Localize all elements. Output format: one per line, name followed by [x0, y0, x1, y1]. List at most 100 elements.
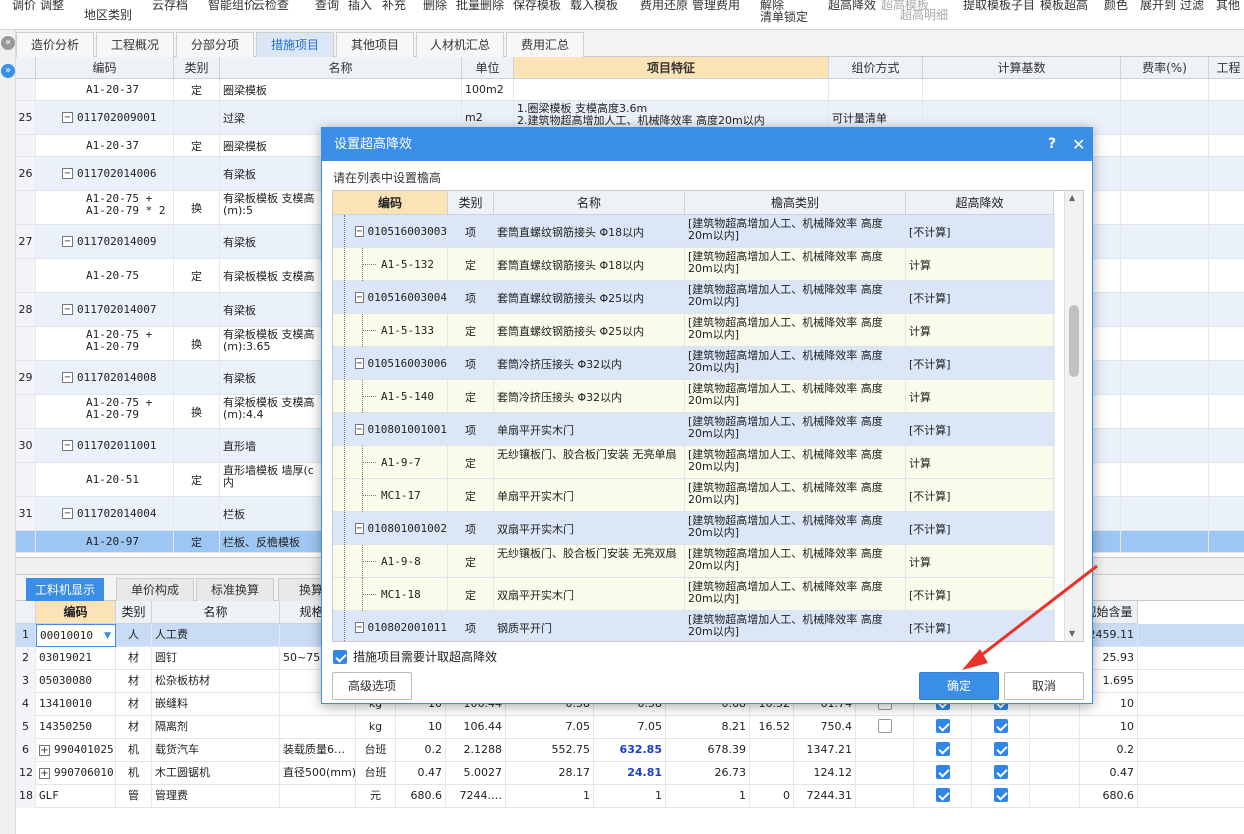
- empty-cell[interactable]: [1209, 497, 1244, 530]
- empty-cell[interactable]: [1121, 225, 1209, 258]
- reduction-cell[interactable]: [不计算]: [906, 281, 1054, 314]
- empty-cell[interactable]: [1209, 157, 1244, 190]
- table-row[interactable]: −010516003003 项套筒直螺纹钢筋接头 Φ18以内 [建筑物超高增加人工、…: [333, 215, 1055, 248]
- table-row[interactable]: 5 14350250 材隔离剂 kg 10 106.44 7.05 7.05 8.21 16.52…: [16, 716, 1244, 739]
- reduction-cell[interactable]: [不计算]: [906, 512, 1054, 545]
- ribbon-item[interactable]: 超高降效: [828, 0, 876, 13]
- code-cell[interactable]: A1-20-75 + A1-20-79: [36, 327, 174, 360]
- name-cell[interactable]: 管理费: [152, 785, 280, 808]
- table-row[interactable]: MC1-18 定双扇平开实木门 [建筑物超高增加人工、机械降效率 高度20m以内][…: [333, 578, 1055, 611]
- code-cell[interactable]: +990401025: [36, 739, 116, 762]
- bottom-header[interactable]: 名称: [152, 601, 280, 624]
- original-qty-cell[interactable]: 0.47: [1080, 762, 1138, 785]
- row-checkbox[interactable]: [935, 765, 950, 779]
- grid-header[interactable]: 计算基数: [923, 57, 1121, 79]
- empty-cell[interactable]: [1121, 259, 1209, 292]
- tab-2[interactable]: 分部分项: [176, 32, 254, 57]
- table-row[interactable]: −010516003006 项套筒冷挤压接头 Φ32以内 [建筑物超高增加人工、机械…: [333, 347, 1055, 380]
- code-cell[interactable]: −011702014009: [36, 225, 174, 258]
- empty-cell[interactable]: [1209, 225, 1244, 258]
- tab-0[interactable]: 造价分析: [16, 32, 94, 57]
- code-cell[interactable]: A1-20-75 + A1-20-79: [36, 395, 174, 428]
- price-cell[interactable]: 552.75: [506, 739, 594, 762]
- ribbon-item[interactable]: 管理费用: [692, 0, 740, 13]
- code-cell[interactable]: MC1-18: [333, 578, 448, 611]
- empty-cell[interactable]: [1030, 762, 1080, 785]
- reduction-cell[interactable]: [不计算]: [906, 479, 1054, 512]
- empty-cell[interactable]: [1121, 497, 1209, 530]
- expand-toggle-icon[interactable]: +: [39, 745, 50, 756]
- empty-cell[interactable]: [1209, 531, 1244, 552]
- grid-header[interactable]: 单位: [462, 57, 514, 79]
- row-checkbox[interactable]: [877, 719, 892, 733]
- code-cell[interactable]: −010801001001: [333, 413, 448, 446]
- eave-category-cell[interactable]: [建筑物超高增加人工、机械降效率 高度20m以内]: [685, 380, 906, 413]
- empty-cell[interactable]: [1209, 429, 1244, 462]
- code-cell[interactable]: A1-20-37: [36, 79, 174, 100]
- unit-cell[interactable]: 元: [356, 785, 396, 808]
- code-cell[interactable]: +990706010: [36, 762, 116, 785]
- expand-toggle-icon[interactable]: +: [39, 768, 50, 779]
- code-cell[interactable]: GLF: [36, 785, 116, 808]
- ribbon-item[interactable]: 批量删除: [456, 0, 504, 13]
- row-checkbox[interactable]: [935, 742, 950, 756]
- bottom-tab-2[interactable]: 标准换算: [196, 578, 274, 601]
- eave-category-cell[interactable]: [建筑物超高增加人工、机械降效率 高度20m以内]: [685, 545, 906, 578]
- scroll-down-icon[interactable]: ▼: [1069, 629, 1075, 638]
- ribbon-item[interactable]: 删除: [423, 0, 447, 13]
- spec-cell[interactable]: 直径500(mm): [280, 762, 356, 785]
- table-row[interactable]: A1-5-140 定套筒冷挤压接头 Φ32以内 [建筑物超高增加人工、机械降效率 高…: [333, 380, 1055, 413]
- scroll-up-icon[interactable]: ▲: [1069, 193, 1075, 202]
- empty-cell[interactable]: [1209, 79, 1244, 100]
- code-cell[interactable]: −011702011001: [36, 429, 174, 462]
- quantity-cell[interactable]: 0.2: [396, 739, 446, 762]
- grid-header[interactable]: 项目特征: [514, 57, 829, 79]
- empty-cell[interactable]: [1209, 361, 1244, 394]
- eave-category-cell[interactable]: [建筑物超高增加人工、机械降效率 高度20m以内]: [685, 446, 906, 479]
- ribbon-item[interactable]: 云检查: [253, 0, 289, 13]
- row-checkbox[interactable]: [935, 788, 950, 802]
- type-cell[interactable]: 材: [116, 716, 152, 739]
- tax-price-cell[interactable]: 8.21: [666, 716, 750, 739]
- ribbon-item[interactable]: 调价: [12, 0, 36, 13]
- code-cell[interactable]: A1-20-37: [36, 135, 174, 156]
- empty-cell[interactable]: [1209, 395, 1244, 428]
- empty-cell[interactable]: [1121, 429, 1209, 462]
- grid-header[interactable]: 工程: [1209, 57, 1244, 79]
- empty-cell[interactable]: [1030, 716, 1080, 739]
- reduction-cell[interactable]: [不计算]: [906, 347, 1054, 380]
- checkbox-cell[interactable]: [914, 785, 972, 808]
- code-cell[interactable]: MC1-17: [333, 479, 448, 512]
- bottom-header[interactable]: 类别: [116, 601, 152, 624]
- reduction-cell[interactable]: [不计算]: [906, 215, 1054, 248]
- checkbox-cell[interactable]: [972, 762, 1030, 785]
- total-cell[interactable]: 7244.31: [794, 785, 856, 808]
- tab-4[interactable]: 其他项目: [336, 32, 414, 57]
- collapse-toggle-icon[interactable]: −: [355, 292, 364, 303]
- code-cell[interactable]: A1-5-133: [333, 314, 448, 347]
- grid-header[interactable]: 编码: [36, 57, 174, 79]
- ribbon-item[interactable]: 补充: [382, 0, 406, 13]
- amount-cell[interactable]: 2.1288: [446, 739, 506, 762]
- reduction-cell[interactable]: 计算: [906, 380, 1054, 413]
- calc-measures-checkbox[interactable]: [333, 649, 347, 664]
- grid-header[interactable]: 组价方式: [829, 57, 923, 79]
- table-row[interactable]: −010801001002 项双扇平开实木门 [建筑物超高增加人工、机械降效率 高度…: [333, 512, 1055, 545]
- ribbon-item[interactable]: 颜色: [1104, 0, 1128, 13]
- eave-category-cell[interactable]: [建筑物超高增加人工、机械降效率 高度20m以内]: [685, 314, 906, 347]
- eave-category-cell[interactable]: [建筑物超高增加人工、机械降效率 高度20m以内]: [685, 611, 906, 641]
- ribbon-item[interactable]: 展开到: [1140, 0, 1176, 13]
- dialog-header[interactable]: 编码: [333, 191, 448, 215]
- bottom-header[interactable]: 编码: [36, 601, 116, 624]
- code-cell[interactable]: A1-20-75 + A1-20-79 * 2: [36, 191, 174, 224]
- ribbon-item[interactable]: 模板超高: [1040, 0, 1088, 13]
- empty-cell[interactable]: [1209, 135, 1244, 156]
- rate-cell[interactable]: [750, 762, 794, 785]
- ribbon-item[interactable]: 智能组价: [208, 0, 256, 13]
- unit-cell[interactable]: 100m2: [462, 79, 514, 100]
- empty-cell[interactable]: [923, 79, 1121, 100]
- row-checkbox[interactable]: [935, 719, 950, 733]
- type-cell[interactable]: 材: [116, 693, 152, 716]
- table-row[interactable]: A1-9-7 定无纱镶板门、胶合板门安装 无亮单扇 [建筑物超高增加人工、机械降效率…: [333, 446, 1055, 479]
- empty-cell[interactable]: [1121, 395, 1209, 428]
